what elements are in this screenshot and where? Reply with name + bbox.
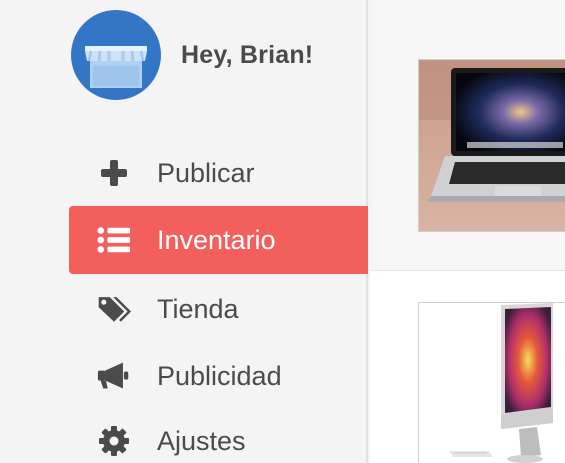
sidebar-item-label: Publicidad [157,360,282,391]
profile-header: Hey, Brian! [71,10,313,100]
sidebar-item-tienda[interactable]: Tienda [69,275,368,343]
storefront-icon [85,46,147,88]
tags-icon [97,292,131,326]
list-icon [97,223,131,257]
sidebar-item-ajustes[interactable]: Ajustes [69,407,368,463]
greeting-text: Hey, Brian! [181,40,314,69]
sidebar-item-publicar[interactable]: Publicar [69,139,368,207]
sidebar-item-inventario[interactable]: Inventario [69,206,368,274]
plus-icon [97,156,131,190]
row-divider [370,270,565,271]
sidebar-item-label: Publicar [157,157,255,188]
sidebar-item-publicidad[interactable]: Publicidad [69,342,368,410]
sidebar-item-label: Tienda [157,293,239,324]
desktop-computer-image[interactable] [418,302,565,463]
laptop-image[interactable] [418,59,565,232]
gear-icon [97,424,131,458]
sidebar: Hey, Brian! Publicar Inventario Tienda P… [0,0,368,463]
megaphone-icon [97,359,131,393]
sidebar-item-label: Ajustes [157,425,246,456]
sidebar-item-label: Inventario [157,224,276,255]
avatar[interactable] [71,10,161,100]
